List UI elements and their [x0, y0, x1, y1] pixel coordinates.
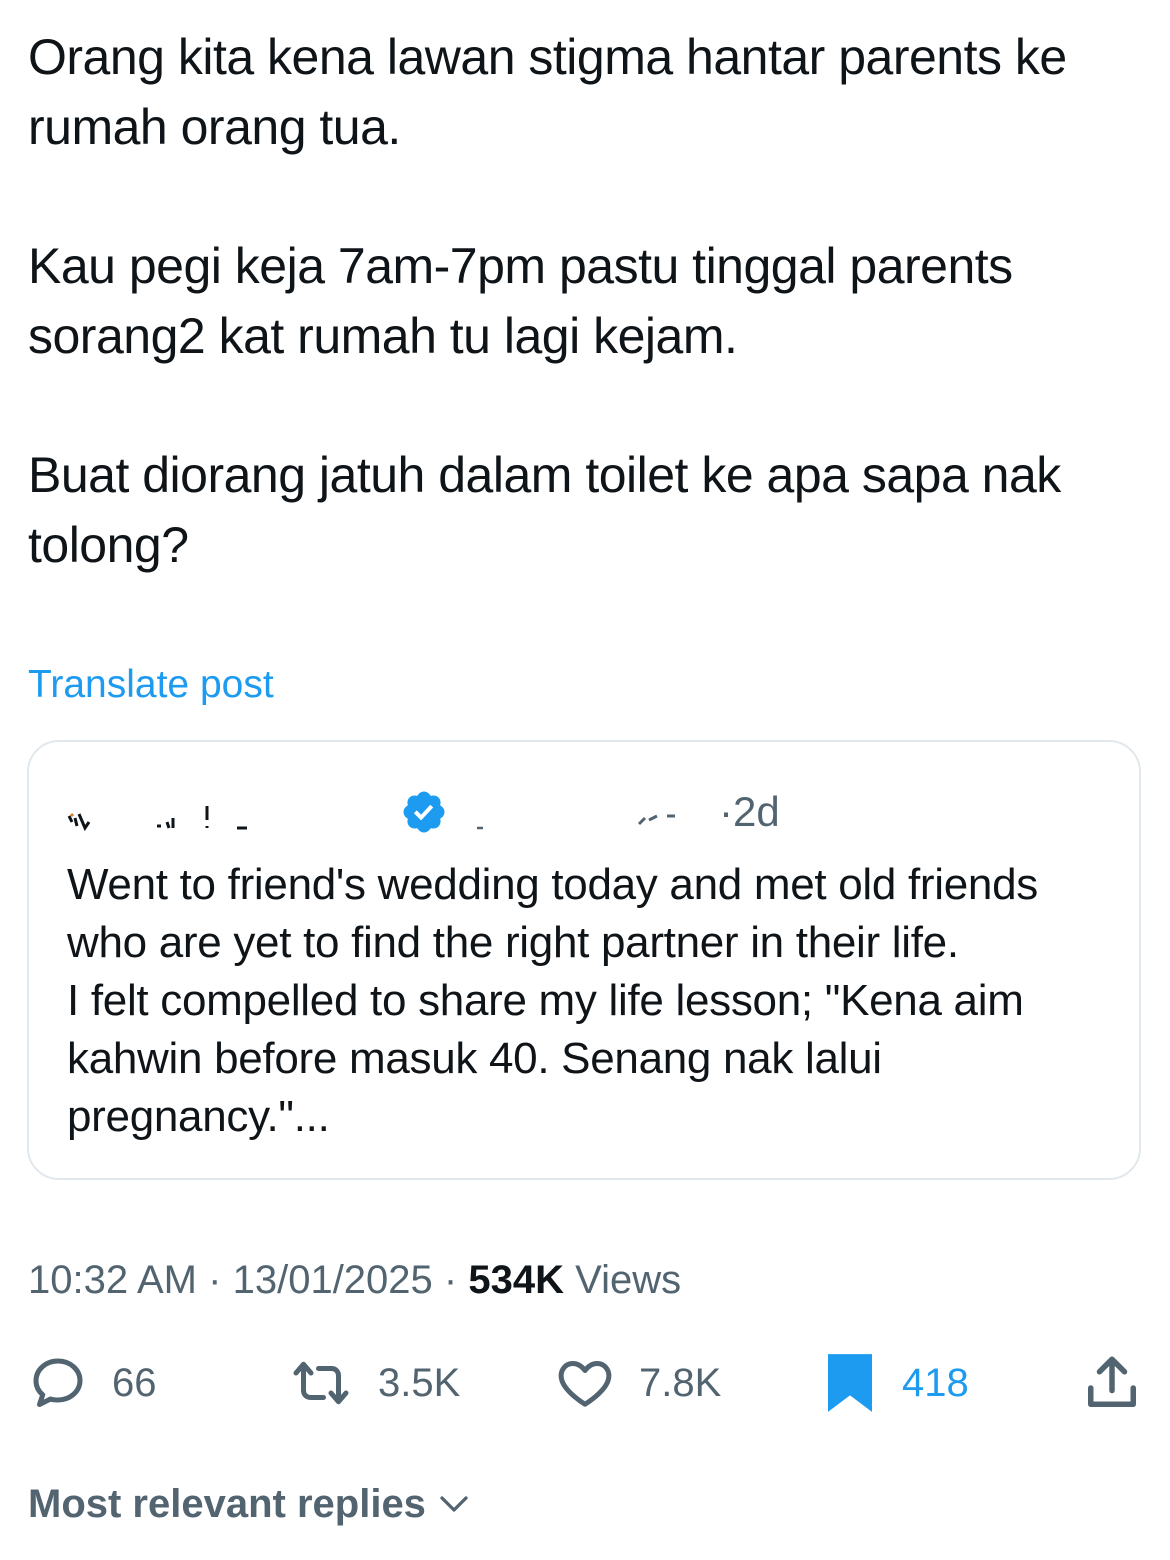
replies-sort-dropdown[interactable]: Most relevant replies	[28, 1476, 472, 1532]
post-paragraph-2: Kau pegi keja 7am-7pm pastu tinggal pare…	[28, 238, 1013, 364]
quoted-post-time: ·2d	[719, 788, 780, 835]
quoted-post-body: Went to friend's wedding today and met o…	[67, 860, 1038, 1141]
post-time: 10:32 AM	[28, 1258, 198, 1302]
repost-icon	[293, 1361, 349, 1405]
meta-separator: ·	[208, 1258, 222, 1302]
post-paragraph-3: Buat diorang jatuh dalam toilet ke apa s…	[28, 447, 1061, 573]
views-label: Views	[575, 1258, 682, 1302]
bookmark-count: 418	[902, 1361, 969, 1405]
verified-badge-icon	[403, 791, 445, 833]
reply-icon	[33, 1358, 83, 1407]
share-button[interactable]	[1082, 1345, 1142, 1421]
quoted-post-header: ·2d	[67, 784, 1107, 840]
post-date: 13/01/2025	[232, 1258, 433, 1302]
quoted-post-text: Went to friend's wedding today and met o…	[67, 856, 1117, 1146]
redacted-handle	[477, 814, 675, 830]
heart-icon	[558, 1361, 612, 1407]
views-count: 534K	[468, 1258, 564, 1302]
post-paragraph-1: Orang kita kena lawan stigma hantar pare…	[28, 29, 1067, 155]
translate-post-link[interactable]: Translate post	[28, 660, 274, 710]
like-button[interactable]: 7.8K	[555, 1345, 721, 1421]
quoted-post-card[interactable]: ·2d Went to friend's wedding today and m…	[27, 740, 1141, 1180]
reply-button[interactable]: 66	[28, 1345, 157, 1421]
bookmark-icon	[828, 1354, 872, 1412]
chevron-down-icon	[440, 1496, 468, 1512]
action-bar: 66 3.5K 7.8K 418	[0, 1345, 1170, 1425]
post-text: Orang kita kena lawan stigma hantar pare…	[28, 22, 1138, 649]
redacted-display-name	[67, 806, 247, 832]
share-icon	[1088, 1356, 1136, 1407]
meta-separator: ·	[443, 1258, 458, 1302]
replies-sort-label: Most relevant replies	[28, 1482, 426, 1526]
repost-button[interactable]: 3.5K	[288, 1345, 460, 1421]
reply-count: 66	[112, 1361, 157, 1405]
repost-count: 3.5K	[378, 1361, 461, 1405]
like-count: 7.8K	[639, 1361, 722, 1405]
bookmark-button[interactable]: 418	[822, 1345, 969, 1421]
post-metadata: 10:32 AM · 13/01/2025 · 534K Views	[28, 1254, 681, 1306]
